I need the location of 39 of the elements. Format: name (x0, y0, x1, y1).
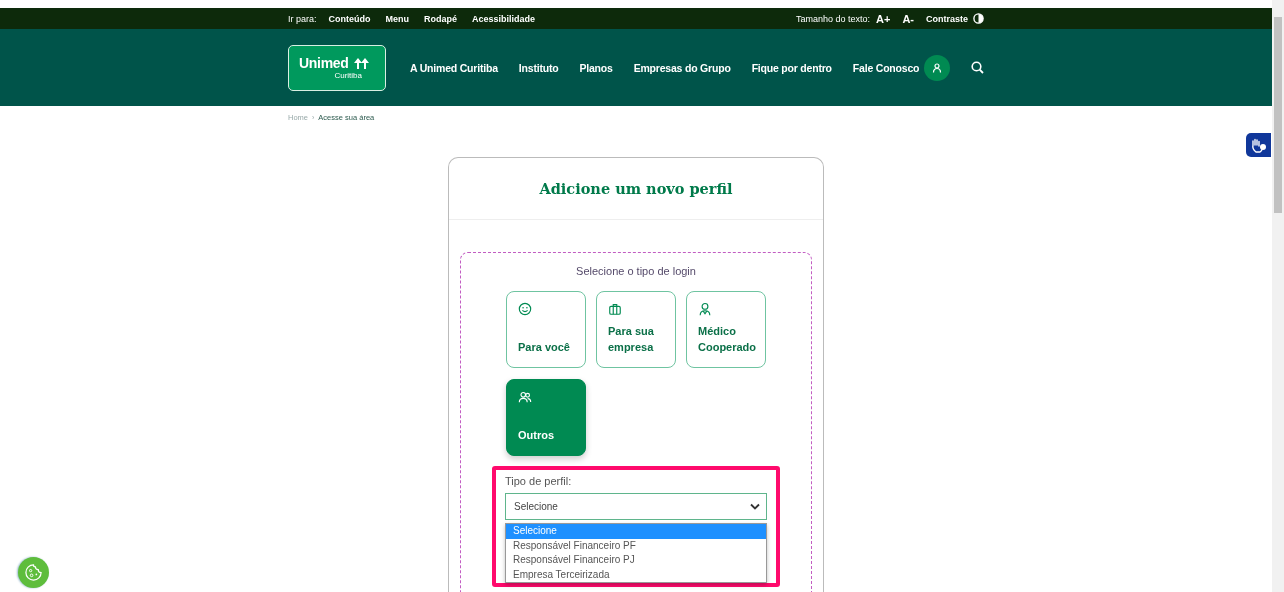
nav-link[interactable]: Empresas do Grupo (633, 61, 731, 74)
person-icon (932, 62, 942, 73)
unimed-logo[interactable]: Unimed Curitiba (288, 44, 386, 91)
login-type-tile[interactable]: Para sua empresa (596, 291, 676, 368)
smiley-icon (518, 302, 532, 316)
contrast-icon[interactable] (973, 13, 984, 24)
chevron-icon (750, 503, 760, 510)
person-icon (698, 302, 712, 316)
profile-type-select[interactable]: Selecione (505, 493, 767, 520)
search-icon[interactable] (971, 61, 984, 74)
nav-link[interactable]: A Unimed Curitiba (410, 61, 498, 74)
user-button[interactable] (924, 54, 950, 81)
login-type-tile[interactable]: Outros (506, 379, 586, 456)
nav-link[interactable]: Instituto (518, 61, 559, 74)
login-prompt: Selecione o tipo de login (575, 265, 697, 277)
skip-link[interactable]: Rodapé (424, 13, 458, 24)
nav-link[interactable]: Fique por dentro (751, 61, 832, 74)
skip-link[interactable]: Menu (385, 13, 409, 24)
text-size-button[interactable]: A+ (876, 12, 891, 25)
dropdown-option[interactable]: Responsável Financeiro PF (506, 538, 766, 553)
briefcase-icon (608, 302, 622, 316)
dropdown-option[interactable]: Responsável Financeiro PJ (506, 553, 766, 568)
login-type-tile[interactable]: Médico Cooperado (686, 291, 766, 368)
text-size-label: Tamanho do texto: (795, 13, 870, 24)
people-icon (518, 390, 532, 404)
hand-icon (1250, 137, 1267, 153)
nav-link[interactable]: Fale Conosco (852, 61, 920, 74)
nav-link[interactable]: Planos (579, 61, 613, 74)
card-title: Adicione um novo perfil (449, 158, 823, 220)
login-type-tile[interactable]: Para você (506, 291, 586, 368)
skip-label: Ir para: (288, 13, 317, 24)
text-size-button[interactable]: A- (902, 12, 914, 25)
contrast-link[interactable]: Contraste (926, 13, 968, 24)
dropdown-option[interactable]: Empresa Terceirizada (506, 567, 766, 582)
skip-link[interactable]: Conteúdo (328, 13, 371, 24)
cookie-icon (24, 563, 43, 582)
field-label: Tipo de perfil: (505, 475, 573, 487)
skip-link[interactable]: Acessibilidade (472, 13, 536, 24)
hand-sign-button[interactable] (1246, 133, 1271, 157)
